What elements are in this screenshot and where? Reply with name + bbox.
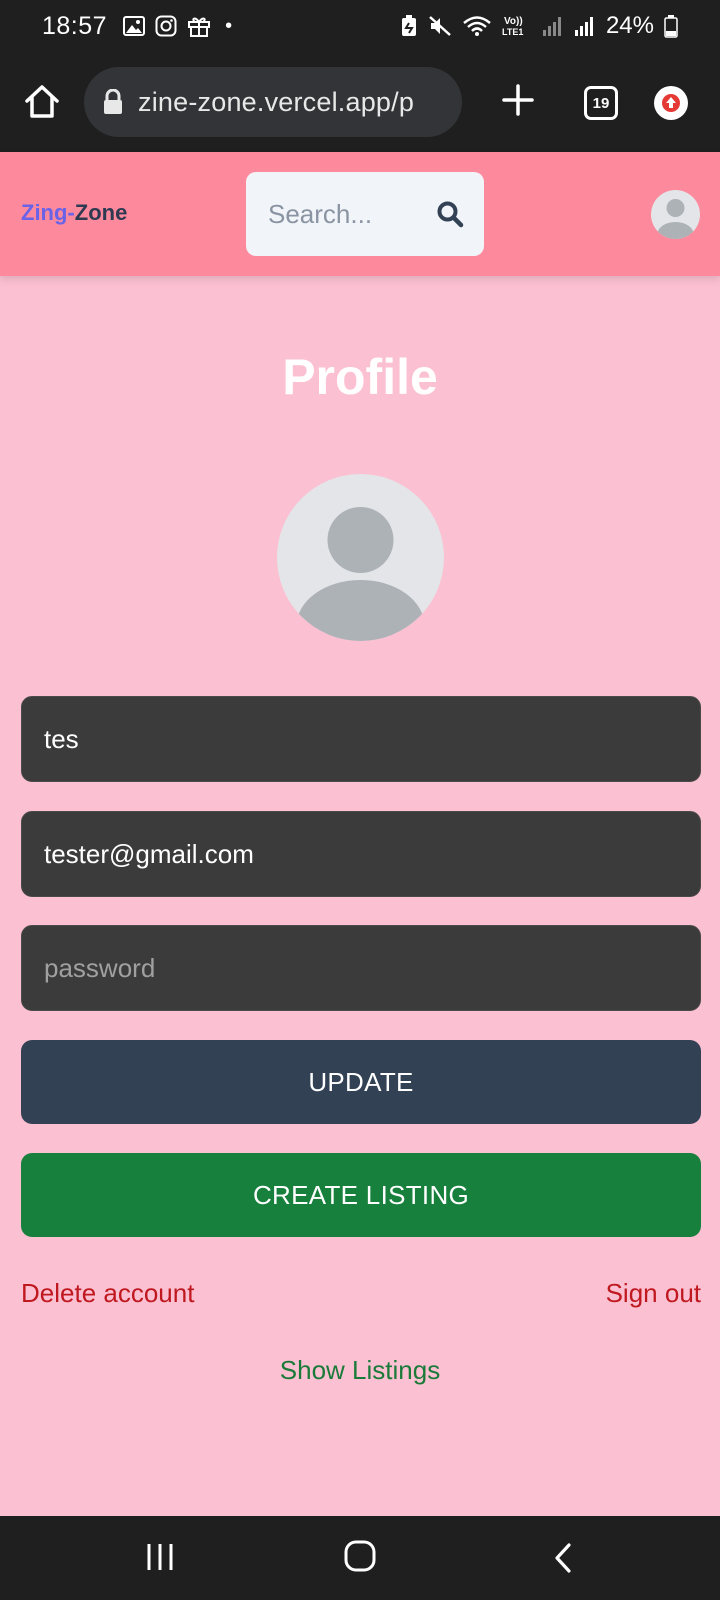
battery-icon: [664, 14, 678, 38]
plus-icon[interactable]: [500, 82, 536, 118]
tab-count: 19: [592, 94, 610, 112]
back-icon[interactable]: [552, 1542, 574, 1579]
address-bar[interactable]: zine-zone.vercel.app/p: [84, 67, 462, 137]
notification-dot: •: [225, 14, 233, 37]
update-button[interactable]: UPDATE: [21, 1040, 701, 1124]
page-title: Profile: [282, 349, 438, 405]
site-logo[interactable]: Zing-Zone: [21, 200, 127, 226]
signal-icon: [542, 15, 564, 37]
sign-out-link[interactable]: Sign out: [606, 1278, 701, 1309]
search-icon[interactable]: [436, 200, 464, 228]
search-input[interactable]: [268, 198, 428, 230]
tabs-icon[interactable]: 19: [584, 86, 618, 120]
phone-screen: 18:57 • Vo)) LTE1 24% zine-zone.vercel.a…: [0, 0, 720, 1600]
password-field[interactable]: [21, 925, 701, 1011]
status-bar-right: Vo)) LTE1 24%: [400, 12, 678, 40]
signal-icon: [574, 15, 596, 37]
email-field[interactable]: [21, 811, 701, 897]
gift-icon: [187, 14, 211, 38]
show-listings-link: Show Listings: [0, 1355, 720, 1386]
show-listings-label[interactable]: Show Listings: [280, 1355, 440, 1385]
create-listing-button[interactable]: CREATE LISTING: [21, 1153, 701, 1237]
header-avatar[interactable]: [651, 190, 700, 239]
gallery-icon: [123, 16, 146, 36]
profile-avatar[interactable]: [277, 474, 444, 641]
system-nav-bar: [0, 1516, 720, 1600]
site-header: Zing-Zone: [0, 152, 720, 276]
status-bar-left: 18:57 •: [42, 12, 232, 41]
svg-text:LTE1: LTE1: [502, 27, 523, 37]
browser-toolbar: zine-zone.vercel.app/p 19: [0, 52, 720, 152]
search-box: [246, 172, 484, 256]
logo-part-zing: Zing-: [21, 200, 75, 225]
home-nav-icon[interactable]: [344, 1540, 376, 1577]
url-text: zine-zone.vercel.app/p: [138, 86, 415, 117]
logo-part-zone: Zone: [74, 200, 128, 225]
username-field[interactable]: [21, 696, 701, 782]
update-icon[interactable]: [654, 86, 688, 120]
battery-percent: 24%: [605, 12, 654, 39]
instagram-icon: [155, 15, 177, 37]
delete-account-link[interactable]: Delete account: [21, 1278, 194, 1309]
volte-icon: Vo)) LTE1: [502, 14, 532, 38]
user-icon: [296, 507, 425, 641]
status-time: 18:57: [42, 11, 108, 40]
svg-text:Vo)): Vo)): [504, 16, 523, 27]
status-bar: 18:57 • Vo)) LTE1 24%: [0, 0, 720, 52]
recents-icon[interactable]: [146, 1542, 174, 1577]
lock-icon: [102, 88, 124, 115]
wifi-icon: [462, 15, 492, 37]
battery-saver-icon: [400, 14, 418, 38]
web-page: Zing-Zone Profile UPDATE CREATE LISTING …: [0, 152, 720, 1516]
home-icon[interactable]: [22, 82, 62, 122]
mute-icon: [428, 14, 452, 38]
user-icon: [657, 199, 694, 239]
